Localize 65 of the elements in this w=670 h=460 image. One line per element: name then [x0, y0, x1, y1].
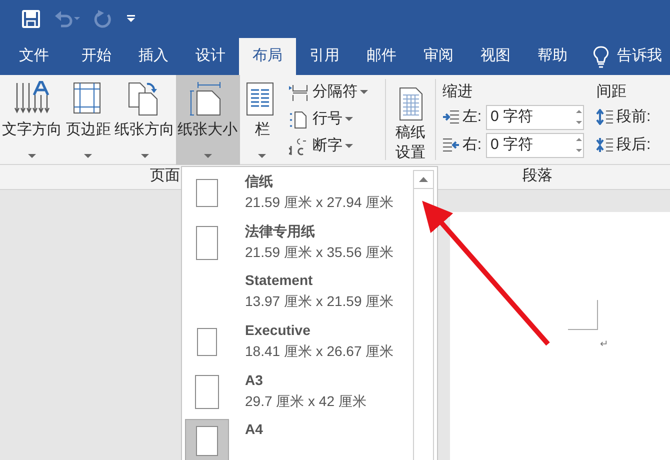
paper-size-option[interactable]: Statement 13.97 厘米 x 21.59 厘米: [182, 266, 413, 316]
ribbon-tab[interactable]: 设计: [182, 38, 239, 75]
paper-size-option[interactable]: 信纸 21.59 厘米 x 27.94 厘米: [182, 167, 413, 217]
ribbon-small-button[interactable]: 行号: [289, 108, 385, 131]
dropdown-caret-icon: [360, 90, 368, 95]
field-label: 段后:: [616, 134, 651, 155]
spacing-after-icon: [596, 137, 614, 153]
spin-field[interactable]: 0 字符: [486, 104, 584, 130]
ribbon-tab[interactable]: 引用: [296, 38, 353, 75]
dropdown-caret-icon: [258, 154, 266, 158]
indent-right-icon: [442, 137, 460, 153]
spin-arrows-icon[interactable]: [574, 136, 583, 154]
ribbon-button[interactable]: 栏: [240, 75, 286, 165]
paper-size-option[interactable]: A4: [182, 415, 413, 460]
dropdown-caret-icon: [204, 154, 212, 158]
page-break-icon: [289, 84, 310, 102]
scrollbar[interactable]: [413, 170, 434, 460]
paper-size-option[interactable]: Executive 18.41 厘米 x 26.67 厘米: [182, 316, 413, 366]
manuscript-grid-icon: [398, 87, 424, 121]
ribbon-tab[interactable]: 帮助: [524, 38, 581, 75]
paper-icon: [197, 328, 217, 356]
ribbon-button[interactable]: 纸张大小: [176, 75, 240, 165]
indent-left-icon: [442, 109, 460, 125]
paper-icon: [195, 374, 219, 409]
ribbon-button[interactable]: 页边距: [64, 75, 114, 165]
ribbon-button[interactable]: 稿纸设置: [386, 75, 436, 164]
ribbon-button[interactable]: 文字方向: [0, 75, 64, 165]
group-label: 段落: [522, 166, 552, 186]
ribbon-small-button[interactable]: 分隔符: [289, 81, 385, 104]
group-title: 间距: [596, 82, 628, 102]
paper-size-option[interactable]: A3 29.7 厘米 x 42 厘米: [182, 366, 413, 416]
ribbon-small-button[interactable]: 断字: [289, 135, 385, 158]
customize-icon[interactable]: [126, 14, 136, 24]
lightbulb-icon: [593, 46, 609, 68]
line-numbers-icon: [289, 110, 310, 128]
spin-arrows-icon[interactable]: [574, 108, 583, 126]
paragraph-mark: ↵: [600, 338, 608, 352]
ribbon-tab[interactable]: 布局: [239, 38, 296, 75]
paper-icon: [196, 426, 218, 456]
spacing-before-icon: [596, 109, 614, 125]
paper-icon: [196, 226, 218, 260]
ribbon-tab[interactable]: 插入: [125, 38, 182, 75]
ribbon-tab[interactable]: 开始: [68, 38, 125, 75]
field-label: 左:: [462, 106, 482, 127]
group-title: 缩进: [442, 82, 474, 102]
ribbon-tab[interactable]: 邮件: [353, 38, 410, 75]
up-arrow-icon: [419, 177, 428, 182]
group-label: 页面: [150, 166, 180, 186]
dropdown-caret-icon: [140, 154, 149, 158]
ribbon-tab[interactable]: 审阅: [410, 38, 467, 75]
dropdown-caret-icon: [28, 154, 36, 158]
ribbon-button[interactable]: 纸张方向: [113, 75, 176, 165]
tell-me-field[interactable]: 告诉我: [617, 45, 662, 68]
margin-corner-mark: [568, 300, 598, 330]
field-label: 右:: [462, 134, 482, 155]
dropdown-caret-icon: [84, 154, 92, 158]
ribbon-tab[interactable]: 视图: [467, 38, 524, 75]
paper-size-option[interactable]: 法律专用纸 21.59 厘米 x 35.56 厘米: [182, 216, 413, 266]
dropdown-caret-icon: [345, 144, 354, 149]
dropdown-caret-icon: [345, 117, 354, 122]
paper-icon: [196, 179, 218, 207]
ribbon-tab[interactable]: 文件: [0, 38, 68, 75]
spin-field[interactable]: 0 字符: [486, 132, 584, 158]
field-label: 段前:: [616, 106, 651, 127]
save-icon[interactable]: [22, 10, 40, 28]
